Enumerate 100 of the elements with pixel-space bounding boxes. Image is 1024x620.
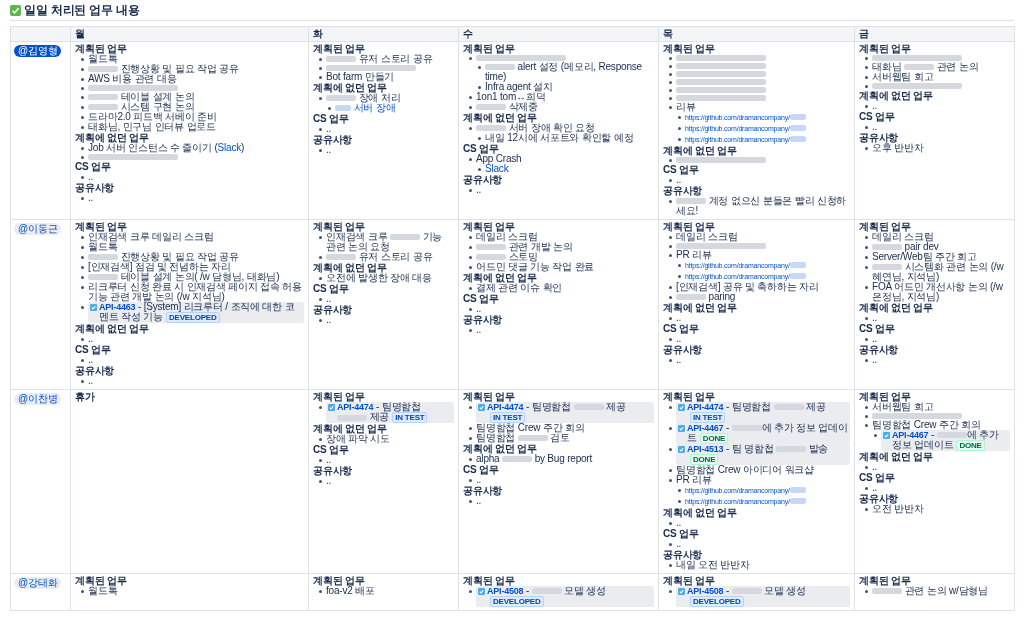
list-item-text: 리뷰 [676, 101, 696, 112]
bullet-icon [669, 96, 672, 100]
ticket-link[interactable]: API-4513 [687, 444, 724, 454]
link[interactable]: 서버 장애 [351, 102, 396, 113]
section-heading: CS 업무 [75, 345, 112, 355]
checked-box-icon [478, 587, 485, 595]
bullet-icon [81, 286, 84, 289]
ticket-summary: API-4474 - 팀명함첩 제공 IN TEST [337, 402, 452, 423]
bullet-icon [669, 179, 672, 182]
bullet-icon [669, 543, 672, 546]
bullet-icon [469, 458, 472, 461]
bullet-icon [865, 256, 868, 259]
bullet-icon [81, 236, 84, 239]
bullet-icon [669, 590, 672, 593]
user-mention[interactable]: @김영형 [14, 45, 62, 57]
bullet-icon [678, 127, 681, 130]
list-item-text: .. [88, 375, 94, 386]
list-item-text: 드라마2.0 피드백 서베이 준비 [88, 111, 217, 122]
redacted-text [936, 432, 967, 439]
section-heading: CS 업무 [859, 112, 896, 122]
bullet-icon [469, 329, 472, 332]
ticket-link[interactable]: API-4463 [99, 302, 136, 312]
list-item-text: 데일리 스크럼 [676, 231, 738, 242]
checked-box-icon [678, 587, 685, 595]
section-heading: 계획된 업무 [859, 44, 912, 54]
section-heading: 공유사항 [663, 186, 704, 196]
list-item-text: .. [88, 171, 94, 182]
list-item-text: .. [872, 354, 878, 365]
section-heading: 공유사항 [859, 494, 899, 504]
list-item-text: 장애 처리 [326, 92, 401, 103]
list-item-text: .. [476, 184, 482, 195]
bullet-icon [669, 406, 672, 409]
section-heading: 계획된 업무 [313, 44, 365, 54]
list-item-text: .. [676, 333, 682, 344]
user-mention[interactable]: @이찬병 [14, 393, 62, 405]
ticket-link[interactable]: API-4508 [687, 586, 724, 596]
bullet-icon [319, 66, 322, 70]
bullet-icon [865, 359, 868, 362]
bullet-icon [81, 106, 84, 109]
section-heading: 휴가 [75, 392, 96, 402]
redacted-text [789, 136, 806, 143]
list-item-text: 관련 논의 w/담형님 [872, 585, 988, 596]
section-heading: 계획에 없던 업무 [663, 508, 738, 518]
list-item-text: 태화님, 민구님 인터뷰 업로드 [88, 121, 216, 132]
bullet-icon [319, 277, 322, 280]
section-heading: CS 업무 [859, 473, 896, 483]
status-lozenge: IN TEST [392, 412, 428, 423]
section-heading: 계획된 업무 [313, 392, 366, 402]
bullet-icon [669, 56, 672, 60]
ticket-link[interactable]: API-4474 [487, 402, 524, 412]
list-item-text: PR 리뷰 [676, 474, 712, 485]
bullet-icon [81, 590, 84, 593]
list-item-text: 팀명함첩 검토 [476, 432, 570, 443]
list-item-text: FOA 어드민 개선사항 논의 (/w 은정님, 지석님) [872, 281, 1003, 302]
bullet-icon [319, 298, 322, 301]
section-heading: 계획에 없던 업무 [313, 424, 387, 434]
bullet-icon [669, 564, 672, 567]
redacted-text [88, 66, 118, 73]
ticket-link[interactable]: API-4474 [337, 402, 374, 412]
redacted-text [789, 114, 806, 121]
bullet-icon [319, 480, 322, 483]
list-item-text: 진행상황 및 필요 작업 공유 [88, 63, 239, 74]
section-heading: CS 업무 [663, 529, 700, 539]
list-item-text: 팀명함첩 Crew 주간 회의 [872, 419, 981, 430]
list-item-text: Bot farm 만들기 [326, 71, 395, 82]
user-mention[interactable]: @이동근 [14, 223, 62, 235]
bullet-icon [865, 105, 868, 108]
bullet-icon [319, 149, 322, 152]
bullet-icon [669, 317, 672, 320]
section-heading: 계획된 업무 [313, 222, 366, 232]
bullet-icon [81, 359, 84, 362]
bullet-icon [469, 590, 472, 593]
bullet-icon [469, 246, 472, 249]
section-heading: 계획된 업무 [463, 44, 516, 54]
ticket-link[interactable]: API-4474 [687, 402, 724, 412]
section-heading: 공유사항 [75, 366, 116, 376]
ticket-link[interactable]: API-4467 [687, 423, 724, 433]
user-mention[interactable]: @강태화 [14, 577, 62, 589]
bullet-icon [81, 176, 84, 179]
list-item-text: [인재검색] 점검 및 전념하는 자리 [88, 261, 231, 272]
bullet-icon [865, 56, 868, 60]
bullet-icon [319, 256, 322, 259]
redacted-text [88, 104, 118, 111]
ticket-link[interactable]: API-4508 [487, 586, 524, 596]
bullet-icon [669, 64, 672, 68]
bullet-icon [669, 80, 672, 84]
section-heading: 공유사항 [859, 345, 900, 355]
list-item-text: .. [326, 293, 332, 304]
section-heading: 계획에 없던 업무 [75, 324, 150, 334]
bullet-icon [319, 459, 322, 462]
bullet-icon [865, 84, 868, 88]
list-item-text: .. [676, 312, 682, 323]
ticket-link[interactable]: API-4467 [892, 430, 929, 440]
bullet-icon [865, 266, 868, 269]
list-item-text: PR 리뷰 [676, 249, 712, 260]
list-item-text: .. [676, 538, 682, 549]
bullet-icon [865, 66, 868, 69]
list-item-text: .. [326, 454, 332, 465]
list-item-text: .. [476, 303, 482, 314]
checked-box-icon [678, 403, 685, 411]
